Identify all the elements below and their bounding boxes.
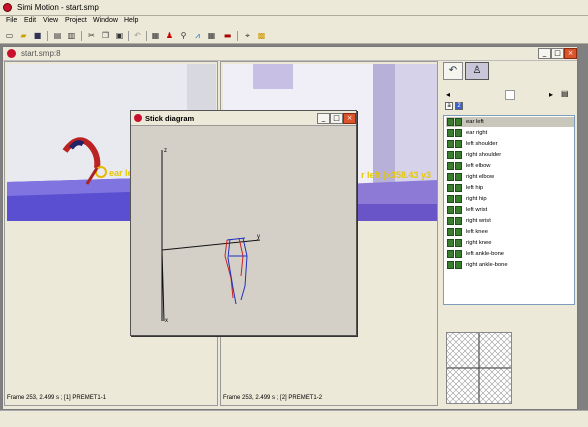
- list-item[interactable]: right hip: [446, 194, 574, 204]
- document-titlebar: start.smp:8 _ □ ×: [3, 47, 577, 61]
- main-toolbar: ▭ ▰ ■ ▤ ▥ ✂ ❐ ▣ ↶ ▦ ♟ ⚲ ⩘ ▦ ▬ ⌖ ▩: [0, 28, 588, 44]
- print-icon[interactable]: ▥: [66, 30, 77, 41]
- table-icon[interactable]: ▦: [206, 30, 217, 41]
- list-item-label: left shoulder: [466, 141, 498, 147]
- list-item-label: right elbow: [466, 174, 495, 180]
- list-item[interactable]: left hip: [446, 183, 574, 193]
- print-preview-icon[interactable]: ▤: [52, 30, 63, 41]
- stick-figure-icon[interactable]: ⚲: [178, 30, 189, 41]
- menu-project[interactable]: Project: [65, 17, 87, 24]
- list-item[interactable]: right ankle-bone: [446, 260, 574, 270]
- list-item-label: right ankle-bone: [466, 262, 508, 268]
- list-item[interactable]: left shoulder: [446, 139, 574, 149]
- video-right-status: Frame 253, 2.499 s ; [2] PREMET1-2: [223, 395, 323, 401]
- cursor-icon[interactable]: ⌖: [242, 30, 253, 41]
- panel-menu-icon[interactable]: ▤: [561, 89, 569, 98]
- person-icon[interactable]: ♟: [164, 30, 175, 41]
- chart-icon[interactable]: ⩘: [192, 30, 203, 41]
- video-right-point-label: r left [x358.43 y3: [361, 170, 432, 180]
- list-item[interactable]: right elbow: [446, 172, 574, 182]
- list-item-label: left ankle-bone: [466, 251, 505, 257]
- list-item[interactable]: ear left: [446, 117, 574, 127]
- toolbar-separator: [47, 31, 48, 41]
- axis-z-label: z: [164, 148, 167, 154]
- stick-minimize-button[interactable]: _: [317, 113, 330, 124]
- toolbar-separator: [81, 31, 82, 41]
- paste-icon[interactable]: ▣: [114, 30, 125, 41]
- list-item[interactable]: ear right: [446, 128, 574, 138]
- list-item-label: left wrist: [466, 207, 488, 213]
- stick-canvas[interactable]: z x y: [133, 128, 354, 334]
- axis-x-label: x: [165, 318, 168, 324]
- toolbar-separator: [237, 31, 238, 41]
- points-list: ear left ear right left shoulder right s…: [443, 115, 575, 305]
- list-item-label: right shoulder: [466, 152, 502, 158]
- video-left-status: Frame 253, 2.499 s ; [1] PREMET1-1: [7, 395, 107, 401]
- toolbar-separator: [128, 31, 129, 41]
- settings-icon[interactable]: ▩: [256, 30, 267, 41]
- list-item-label: ear left: [466, 119, 484, 125]
- video-icon[interactable]: ▬: [222, 30, 233, 41]
- camera-grid[interactable]: [446, 332, 512, 404]
- list-item[interactable]: right knee: [446, 238, 574, 248]
- list-item[interactable]: left ankle-bone: [446, 249, 574, 259]
- menu-bar: File Edit View Project Window Help: [0, 16, 588, 28]
- axis-y-label: y: [257, 234, 260, 240]
- copy-icon[interactable]: ❐: [100, 30, 111, 41]
- new-file-icon[interactable]: ▭: [4, 30, 15, 41]
- status-bar: [0, 410, 588, 427]
- cut-icon[interactable]: ✂: [86, 30, 97, 41]
- header-a[interactable]: a: [445, 102, 453, 110]
- list-item[interactable]: right wrist: [446, 216, 574, 226]
- list-item-label: right hip: [466, 196, 487, 202]
- project-icon[interactable]: ▦: [150, 30, 161, 41]
- app-title: Simi Motion - start.smp: [17, 3, 99, 12]
- app-logo-icon: [3, 3, 12, 12]
- list-item-label: ear right: [466, 130, 488, 136]
- list-item[interactable]: left wrist: [446, 205, 574, 215]
- minimize-button[interactable]: _: [538, 48, 551, 59]
- stick-logo-icon: [134, 114, 142, 122]
- stick-diagram-window: Stick diagram _ □ × z x y: [130, 110, 357, 336]
- app-titlebar: Simi Motion - start.smp: [0, 0, 588, 16]
- panel-scroll-thumb[interactable]: [505, 90, 515, 100]
- list-item-label: left knee: [466, 229, 488, 235]
- document-title: start.smp:8: [21, 49, 61, 58]
- stick-maximize-button[interactable]: □: [330, 113, 343, 124]
- undo-icon[interactable]: ↶: [132, 30, 143, 41]
- stick-diagram-titlebar: Stick diagram _ □ ×: [131, 111, 356, 126]
- menu-edit[interactable]: Edit: [24, 17, 36, 24]
- menu-window[interactable]: Window: [93, 17, 118, 24]
- panel-right-arrow-icon[interactable]: ▸: [549, 90, 553, 99]
- list-item[interactable]: left elbow: [446, 161, 574, 171]
- list-item-label: right knee: [466, 240, 492, 246]
- stick-close-button[interactable]: ×: [343, 113, 356, 124]
- grid-pattern: [447, 333, 511, 403]
- menu-file[interactable]: File: [6, 17, 17, 24]
- undo-view-icon[interactable]: ↶: [443, 62, 463, 80]
- maximize-button[interactable]: □: [551, 48, 564, 59]
- save-icon[interactable]: ■: [32, 30, 43, 41]
- list-item-label: left elbow: [466, 163, 491, 169]
- close-button[interactable]: ×: [564, 48, 577, 59]
- toolbar-separator: [146, 31, 147, 41]
- person-view-icon[interactable]: ♙: [465, 62, 489, 80]
- list-item[interactable]: right shoulder: [446, 150, 574, 160]
- open-folder-icon[interactable]: ▰: [18, 30, 29, 41]
- stick-diagram-title: Stick diagram: [145, 114, 195, 123]
- header-b[interactable]: 2: [455, 102, 463, 110]
- panel-left-arrow-icon[interactable]: ◂: [446, 90, 450, 99]
- menu-view[interactable]: View: [43, 17, 58, 24]
- menu-help[interactable]: Help: [124, 17, 138, 24]
- list-item[interactable]: left knee: [446, 227, 574, 237]
- stick-figure-plot: [161, 150, 261, 322]
- list-item-label: right wrist: [466, 218, 491, 224]
- video-left-point-label: ear le: [109, 168, 133, 178]
- document-logo-icon: [7, 49, 16, 58]
- list-item-label: left hip: [466, 185, 484, 191]
